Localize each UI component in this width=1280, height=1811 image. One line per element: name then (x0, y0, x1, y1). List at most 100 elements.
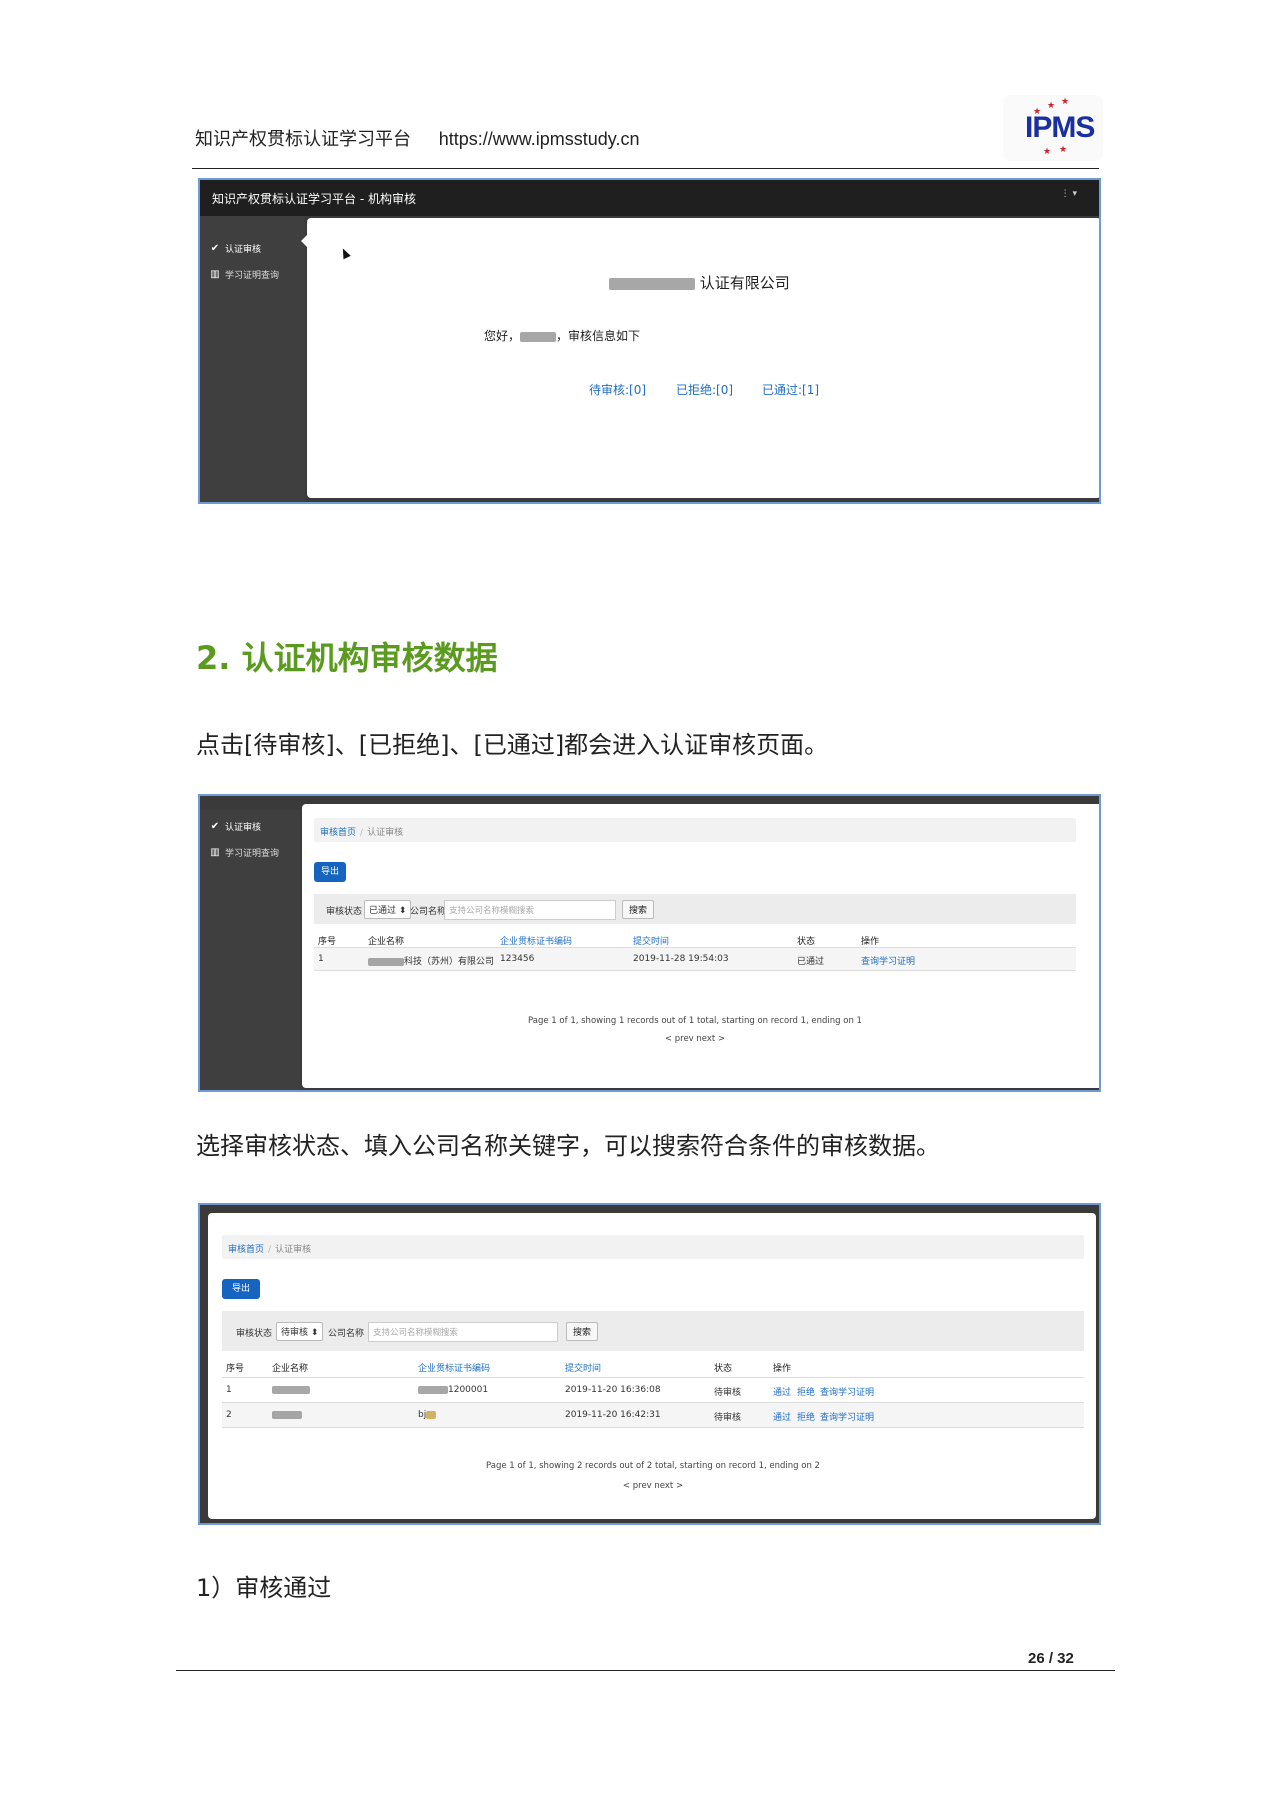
chevron-down-icon: ▾ (1072, 189, 1077, 199)
bar-chart-icon: ▥ (210, 268, 220, 280)
status-label: 审核状态 (236, 1329, 273, 1339)
section-heading: 2. 认证机构审核数据 (196, 639, 498, 677)
cell-submit-time: 2019-11-28 19:54:03 (633, 954, 729, 964)
cell-no: 1 (226, 1385, 232, 1395)
status-select[interactable]: 待审核 ⬍ (276, 1322, 324, 1341)
sidebar-item-certificate-query[interactable]: ▥ 学习证明查询 (210, 846, 279, 859)
footer-divider (176, 1670, 1115, 1671)
status-select[interactable]: 已通过 ⬍ (364, 900, 412, 919)
breadcrumb-current: 认证审核 (275, 1245, 312, 1255)
star-icon: ★ (1043, 147, 1052, 157)
app-sidebar: ✔ 认证审核 ▥ 学习证明查询 (200, 216, 305, 502)
column-header-submit-time[interactable]: 提交时间 (633, 934, 669, 947)
link-pending[interactable]: 待审核:[0] (589, 381, 646, 398)
sidebar-item-label: 学习证明查询 (225, 849, 280, 859)
content-panel: 认证有限公司 您好， ，审核信息如下 待审核:[0] 已拒绝:[0] 已通过:[1… (307, 218, 1099, 498)
sidebar-item-review[interactable]: ✔ 认证审核 (210, 820, 261, 833)
bar-chart-icon: ▥ (210, 846, 220, 858)
content-panel: 审核首页 / 认证审核 导出 审核状态 已通过 ⬍ 公司名称 支持公司名称模糊搜索 … (302, 804, 1099, 1088)
redacted-text (368, 957, 404, 966)
breadcrumb-current: 认证审核 (367, 828, 404, 838)
export-button[interactable]: 导出 (314, 862, 346, 882)
app-title: 知识产权贯标认证学习平台 - 机构审核 (212, 192, 416, 206)
header-divider (192, 168, 1099, 169)
ipms-logo: ★ ★ ★ ★ ★ IPMS (1003, 95, 1103, 161)
column-header-actions: 操作 (861, 937, 880, 947)
cell-cert-code: 123456 (500, 954, 535, 964)
paragraph-click-links: 点击[待审核]、[已拒绝]、[已通过]都会进入认证审核页面。 (196, 731, 829, 759)
cell-cert-code: 1200001 (418, 1385, 488, 1395)
query-certificate-link[interactable]: 查询学习证明 (820, 1410, 874, 1423)
redacted-text (426, 1410, 437, 1419)
table-row: 2 bj 2019-11-20 16:42:31 待审核 通过 拒绝 查询学习证… (222, 1403, 1084, 1427)
platform-url: https://www.ipmsstudy.cn (438, 129, 640, 149)
approve-link[interactable]: 通过 (773, 1410, 791, 1423)
breadcrumb-home[interactable]: 审核首页 (228, 1245, 264, 1255)
breadcrumb: 审核首页 / 认证审核 (314, 818, 1076, 842)
column-header-submit-time[interactable]: 提交时间 (565, 1361, 601, 1374)
link-rejected[interactable]: 已拒绝:[0] (676, 381, 733, 398)
reject-link[interactable]: 拒绝 (797, 1410, 815, 1423)
redacted-text (418, 1385, 448, 1394)
greeting: 您好， ，审核信息如下 (484, 327, 640, 344)
pagination-nav[interactable]: < prev next > (222, 1481, 1084, 1491)
star-icon: ★ (1047, 101, 1056, 111)
breadcrumb-home[interactable]: 审核首页 (320, 828, 356, 838)
star-icon: ★ (1059, 145, 1068, 155)
cell-cert-text: bj (418, 1410, 427, 1420)
doc-header: 知识产权贯标认证学习平台 https://www.ipmsstudy.cn (195, 125, 639, 151)
cell-submit-time: 2019-11-20 16:36:08 (565, 1385, 661, 1395)
cell-company (272, 1385, 310, 1395)
check-circle-icon: ✔ (210, 242, 220, 254)
column-header-actions: 操作 (773, 1364, 792, 1374)
cell-company (272, 1410, 302, 1420)
mouse-cursor-icon (339, 246, 351, 260)
sidebar-item-certificate-query[interactable]: ▥ 学习证明查询 (210, 268, 279, 281)
reject-link[interactable]: 拒绝 (797, 1385, 815, 1398)
cell-company: 科技（苏州）有限公司 (368, 954, 494, 967)
link-approved[interactable]: 已通过:[1] (762, 381, 819, 398)
user-menu[interactable]: ⋮ ▾ (1061, 189, 1077, 199)
screenshot-review-home: 知识产权贯标认证学习平台 - 机构审核 ⋮ ▾ ✔ 认证审核 ▥ 学习证明查询 … (198, 178, 1101, 504)
company-search-input[interactable]: 支持公司名称模糊搜索 (444, 900, 616, 920)
company-label: 公司名称 (410, 907, 447, 917)
cell-status: 已通过 (797, 957, 825, 967)
cell-status: 待审核 (714, 1413, 742, 1423)
pagination-nav[interactable]: < prev next > (314, 1034, 1076, 1044)
check-circle-icon: ✔ (210, 820, 220, 832)
sidebar-item-label: 认证审核 (225, 823, 262, 833)
column-header-cert-code[interactable]: 企业贯标证书编码 (500, 934, 572, 947)
screenshot-review-approved: ✔ 认证审核 ▥ 学习证明查询 审核首页 / 认证审核 导出 审核状态 已通过 ⬍ … (198, 794, 1101, 1092)
column-header-company: 企业名称 (368, 937, 405, 947)
sidebar-item-label: 学习证明查询 (225, 271, 280, 281)
screenshot-review-pending: 审核首页 / 认证审核 导出 审核状态 待审核 ⬍ 公司名称 支持公司名称模糊搜索 … (198, 1203, 1101, 1525)
search-button[interactable]: 搜索 (566, 1322, 599, 1341)
status-label: 审核状态 (326, 907, 363, 917)
logo-text: IPMS (1025, 111, 1095, 144)
column-header-no: 序号 (226, 1364, 245, 1374)
table-divider (314, 970, 1076, 971)
export-button[interactable]: 导出 (222, 1279, 260, 1299)
query-certificate-link[interactable]: 查询学习证明 (861, 954, 915, 967)
cell-status: 待审核 (714, 1388, 742, 1398)
column-header-cert-code[interactable]: 企业贯标证书编码 (418, 1361, 490, 1374)
column-header-status: 状态 (714, 1364, 733, 1374)
sidebar-item-label: 认证审核 (225, 245, 262, 255)
redacted-text (609, 277, 695, 290)
table-row: 1 科技（苏州）有限公司 123456 2019-11-28 19:54:03 … (314, 948, 1076, 970)
filter-bar: 审核状态 已通过 ⬍ 公司名称 支持公司名称模糊搜索 搜索 (314, 894, 1076, 924)
content-panel: 审核首页 / 认证审核 导出 审核状态 待审核 ⬍ 公司名称 支持公司名称模糊搜索 … (208, 1213, 1096, 1519)
table-row: 1 1200001 2019-11-20 16:36:08 待审核 通过 拒绝 … (222, 1378, 1084, 1402)
redacted-text (272, 1385, 310, 1394)
search-button[interactable]: 搜索 (622, 900, 655, 919)
company-search-input[interactable]: 支持公司名称模糊搜索 (368, 1322, 558, 1342)
sidebar-item-review[interactable]: ✔ 认证审核 (210, 242, 261, 255)
company-label: 公司名称 (328, 1329, 365, 1339)
pagination-info: Page 1 of 1, showing 2 records out of 2 … (486, 1461, 820, 1471)
cell-company-text: 科技（苏州）有限公司 (404, 957, 495, 967)
query-certificate-link[interactable]: 查询学习证明 (820, 1385, 874, 1398)
approve-link[interactable]: 通过 (773, 1385, 791, 1398)
app-topbar: 知识产权贯标认证学习平台 - 机构审核 ⋮ ▾ (200, 180, 1099, 216)
company-name: 认证有限公司 (609, 272, 790, 293)
page-number: 26 / 32 (1028, 1650, 1074, 1667)
